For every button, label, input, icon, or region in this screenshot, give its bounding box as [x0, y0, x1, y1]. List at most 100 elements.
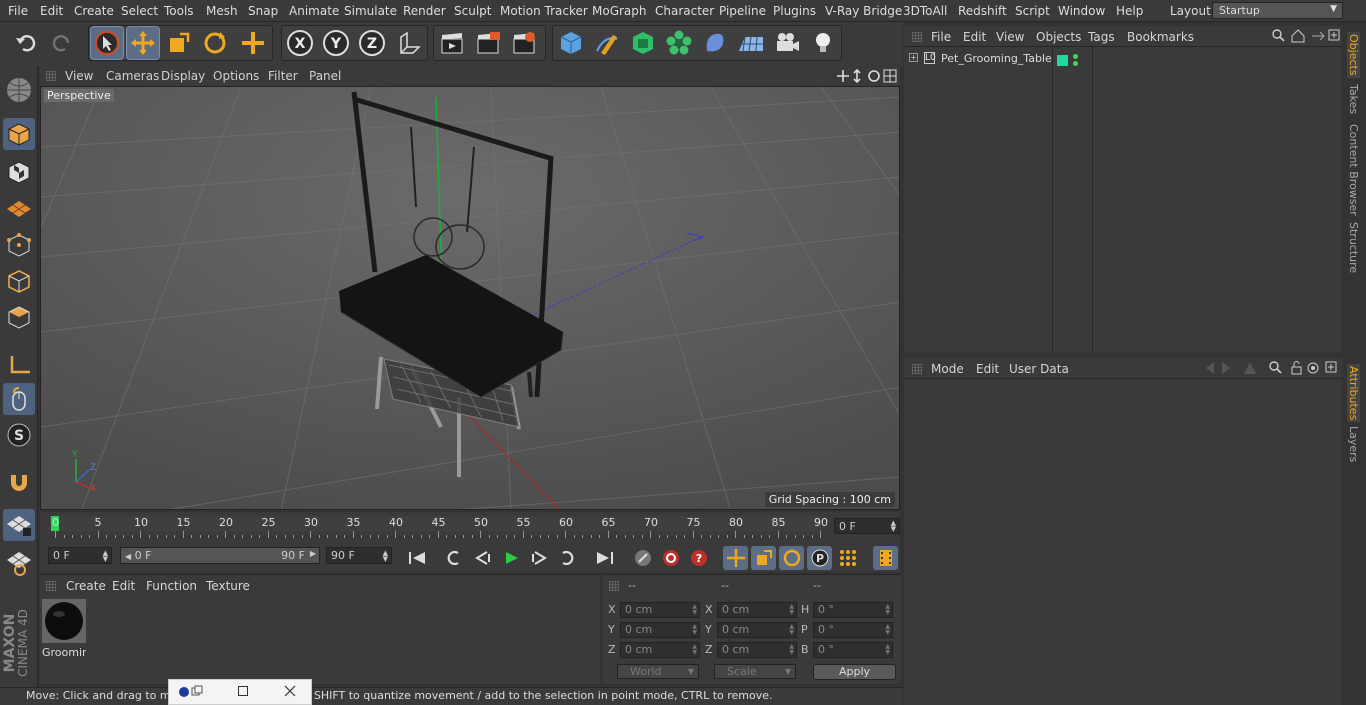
attr-menu-mode[interactable]: Mode — [931, 362, 964, 376]
next-keyframe-button[interactable] — [554, 546, 579, 570]
scale-tool-button[interactable] — [163, 27, 195, 59]
menu-file[interactable]: File — [8, 4, 28, 18]
coord-value-field[interactable]: 0 cm ▲ ▼ — [620, 602, 700, 618]
select-tool-button[interactable] — [90, 26, 124, 60]
material-menu-create[interactable]: Create — [66, 579, 106, 593]
render-dots-icon[interactable] — [1073, 54, 1079, 67]
go-to-end-button[interactable] — [592, 546, 617, 570]
viewport-menu-view[interactable]: View — [65, 69, 93, 83]
coord-value-field[interactable]: 0 cm ▲ ▼ — [717, 602, 797, 618]
menu-vray-bridge[interactable]: V-Ray Bridge — [825, 4, 902, 18]
next-frame-button[interactable] — [526, 546, 551, 570]
tab-structure[interactable]: Structure — [1347, 222, 1360, 273]
tab-takes[interactable]: Takes — [1347, 84, 1360, 114]
camera-button[interactable] — [771, 27, 803, 59]
object-manager-header-icons[interactable] — [1272, 29, 1340, 43]
render-view-button[interactable] — [436, 27, 468, 59]
material-menu-function[interactable]: Function — [146, 579, 197, 593]
object-menu-bookmarks[interactable]: Bookmarks — [1127, 30, 1194, 44]
coord-value-field[interactable]: 0 ° ▲ ▼ — [813, 622, 893, 638]
coord-value-field[interactable]: 0 cm ▲ ▼ — [620, 622, 700, 638]
coord-space-select[interactable]: World ▼ — [617, 664, 699, 679]
menu-redshift[interactable]: Redshift — [958, 4, 1007, 18]
workplane-button[interactable] — [3, 192, 35, 224]
menu-plugins[interactable]: Plugins — [773, 4, 816, 18]
viewport-menu-options[interactable]: Options — [213, 69, 259, 83]
snap-button[interactable] — [3, 466, 35, 498]
z-axis-button[interactable]: Z — [356, 27, 388, 59]
points-mode-button[interactable] — [3, 229, 35, 261]
locked-workplane-button[interactable] — [3, 547, 35, 579]
key-rotation-button[interactable] — [779, 546, 804, 570]
model-mode-button[interactable] — [3, 118, 35, 150]
menu-motion-tracker[interactable]: Motion Tracker — [500, 4, 588, 18]
menu-window[interactable]: Window — [1058, 4, 1105, 18]
move-tool-button[interactable] — [126, 26, 160, 60]
tweak-mode-button[interactable] — [3, 383, 35, 415]
render-settings-button[interactable] — [508, 27, 540, 59]
light-button[interactable] — [807, 27, 839, 59]
tab-content-browser[interactable]: Content Browser — [1347, 124, 1360, 216]
key-parameter-button[interactable]: P — [807, 546, 832, 570]
attr-menu-edit[interactable]: Edit — [976, 362, 999, 376]
object-menu-file[interactable]: File — [931, 30, 951, 44]
menu-edit[interactable]: Edit — [40, 4, 63, 18]
timeline-ruler[interactable]: 0 5 10 15 20 25 30 35 40 45 50 55 60 65 70 75 80 85 90 0 F… — [40, 512, 900, 544]
menu-mesh[interactable]: Mesh — [206, 4, 238, 18]
tab-layers[interactable]: Layers — [1347, 426, 1360, 462]
workplane-snap-button[interactable] — [3, 509, 35, 541]
tab-attributes[interactable]: Attributes — [1347, 364, 1360, 423]
coord-value-field[interactable]: 0 ° ▲ ▼ — [813, 602, 893, 618]
coord-value-field[interactable]: 0 cm ▲ ▼ — [717, 642, 797, 658]
frame-range-slider[interactable]: ◀ 0 F 90 F ▶ — [120, 547, 320, 564]
previous-keyframe-button[interactable] — [441, 546, 466, 570]
menu-script[interactable]: Script — [1015, 4, 1050, 18]
menu-tools[interactable]: Tools — [164, 4, 194, 18]
recent-tool-button[interactable] — [237, 27, 269, 59]
viewport-menu-display[interactable]: Display — [161, 69, 205, 83]
end-frame-field[interactable]: 90 F ▲ ▼ — [326, 547, 392, 564]
solo-button[interactable]: S — [3, 419, 35, 451]
previous-frame-button[interactable] — [470, 546, 495, 570]
mograph-cloner-button[interactable] — [663, 27, 695, 59]
key-pla-button[interactable] — [835, 546, 860, 570]
maximize-icon[interactable] — [238, 686, 248, 696]
object-menu-view[interactable]: View — [996, 30, 1024, 44]
object-menu-tags[interactable]: Tags — [1088, 30, 1115, 44]
subdivision-button[interactable] — [627, 27, 659, 59]
x-axis-button[interactable]: X — [284, 27, 316, 59]
menu-snap[interactable]: Snap — [248, 4, 278, 18]
texture-mode-button[interactable] — [3, 156, 35, 188]
menu-render[interactable]: Render — [403, 4, 446, 18]
close-icon[interactable] — [284, 685, 296, 697]
perspective-viewport[interactable]: Y Z X Perspective Grid Spacing : 100 cm — [40, 86, 900, 510]
menu-help[interactable]: Help — [1116, 4, 1143, 18]
key-position-button[interactable] — [723, 546, 748, 570]
deformer-button[interactable] — [699, 27, 731, 59]
coordinate-system-button[interactable] — [393, 27, 425, 59]
redo-button[interactable] — [46, 27, 78, 59]
rotate-tool-button[interactable] — [199, 27, 231, 59]
autokeying-button[interactable] — [658, 546, 683, 570]
start-frame-field[interactable]: 0 F ▲ ▼ — [48, 547, 112, 564]
play-button[interactable] — [498, 546, 523, 570]
coord-mode-select[interactable]: Scale ▼ — [714, 664, 796, 679]
coord-value-field[interactable]: 0 cm ▲ ▼ — [717, 622, 797, 638]
coord-value-field[interactable]: 0 cm ▲ ▼ — [620, 642, 700, 658]
viewport-menu-cameras[interactable]: Cameras — [106, 69, 159, 83]
menu-sculpt[interactable]: Sculpt — [454, 4, 491, 18]
pen-spline-button[interactable] — [591, 27, 623, 59]
viewport-menu-panel[interactable]: Panel — [309, 69, 341, 83]
material-menu-texture[interactable]: Texture — [206, 579, 250, 593]
menu-character[interactable]: Character — [655, 4, 714, 18]
key-scale-button[interactable] — [751, 546, 776, 570]
current-frame-field[interactable]: 0 F ▲ ▼ — [834, 518, 900, 534]
timeline-button[interactable] — [873, 546, 898, 570]
visibility-tag-icon[interactable] — [1057, 55, 1068, 66]
axis-mode-button[interactable] — [3, 349, 35, 381]
viewport-nav-icons[interactable] — [835, 68, 899, 84]
menu-create[interactable]: Create — [74, 4, 114, 18]
go-to-start-button[interactable] — [404, 546, 429, 570]
viewport-menu-filter[interactable]: Filter — [268, 69, 298, 83]
render-to-picture-viewer-button[interactable] — [472, 27, 504, 59]
